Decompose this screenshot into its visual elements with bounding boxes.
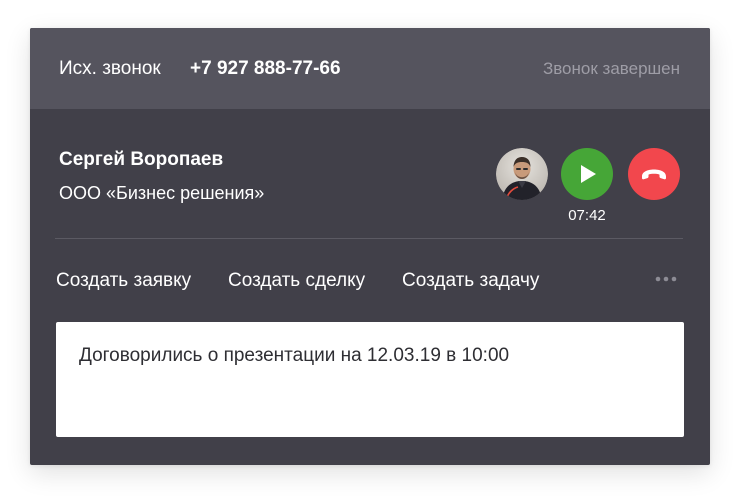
avatar-photo bbox=[496, 148, 548, 200]
call-type-label: Исх. звонок bbox=[59, 58, 161, 79]
create-task-button[interactable]: Создать задачу bbox=[402, 270, 539, 292]
contact-name[interactable]: Сергей Воропаев bbox=[59, 149, 223, 171]
hangup-button[interactable] bbox=[628, 148, 680, 200]
phone-hangup-icon bbox=[628, 148, 680, 200]
call-header: Исх. звонок +7 927 888-77-66 Звонок заве… bbox=[30, 28, 710, 109]
call-widget: Исх. звонок +7 927 888-77-66 Звонок заве… bbox=[30, 28, 710, 465]
contact-company[interactable]: ООО «Бизнес решения» bbox=[59, 183, 264, 204]
avatar[interactable] bbox=[496, 148, 548, 200]
play-icon bbox=[561, 148, 613, 200]
divider bbox=[55, 238, 683, 239]
more-dots-icon bbox=[655, 276, 677, 282]
call-duration: 07:42 bbox=[568, 207, 606, 224]
create-request-button[interactable]: Создать заявку bbox=[56, 270, 191, 292]
play-recording-button[interactable] bbox=[561, 148, 613, 200]
create-deal-button[interactable]: Создать сделку bbox=[228, 270, 365, 292]
call-status: Звонок завершен bbox=[542, 59, 680, 78]
phone-number[interactable]: +7 927 888-77-66 bbox=[190, 58, 341, 80]
call-note-field[interactable]: Договорились о презентации на 12.03.19 в… bbox=[56, 322, 684, 437]
more-options-button[interactable] bbox=[654, 272, 678, 286]
